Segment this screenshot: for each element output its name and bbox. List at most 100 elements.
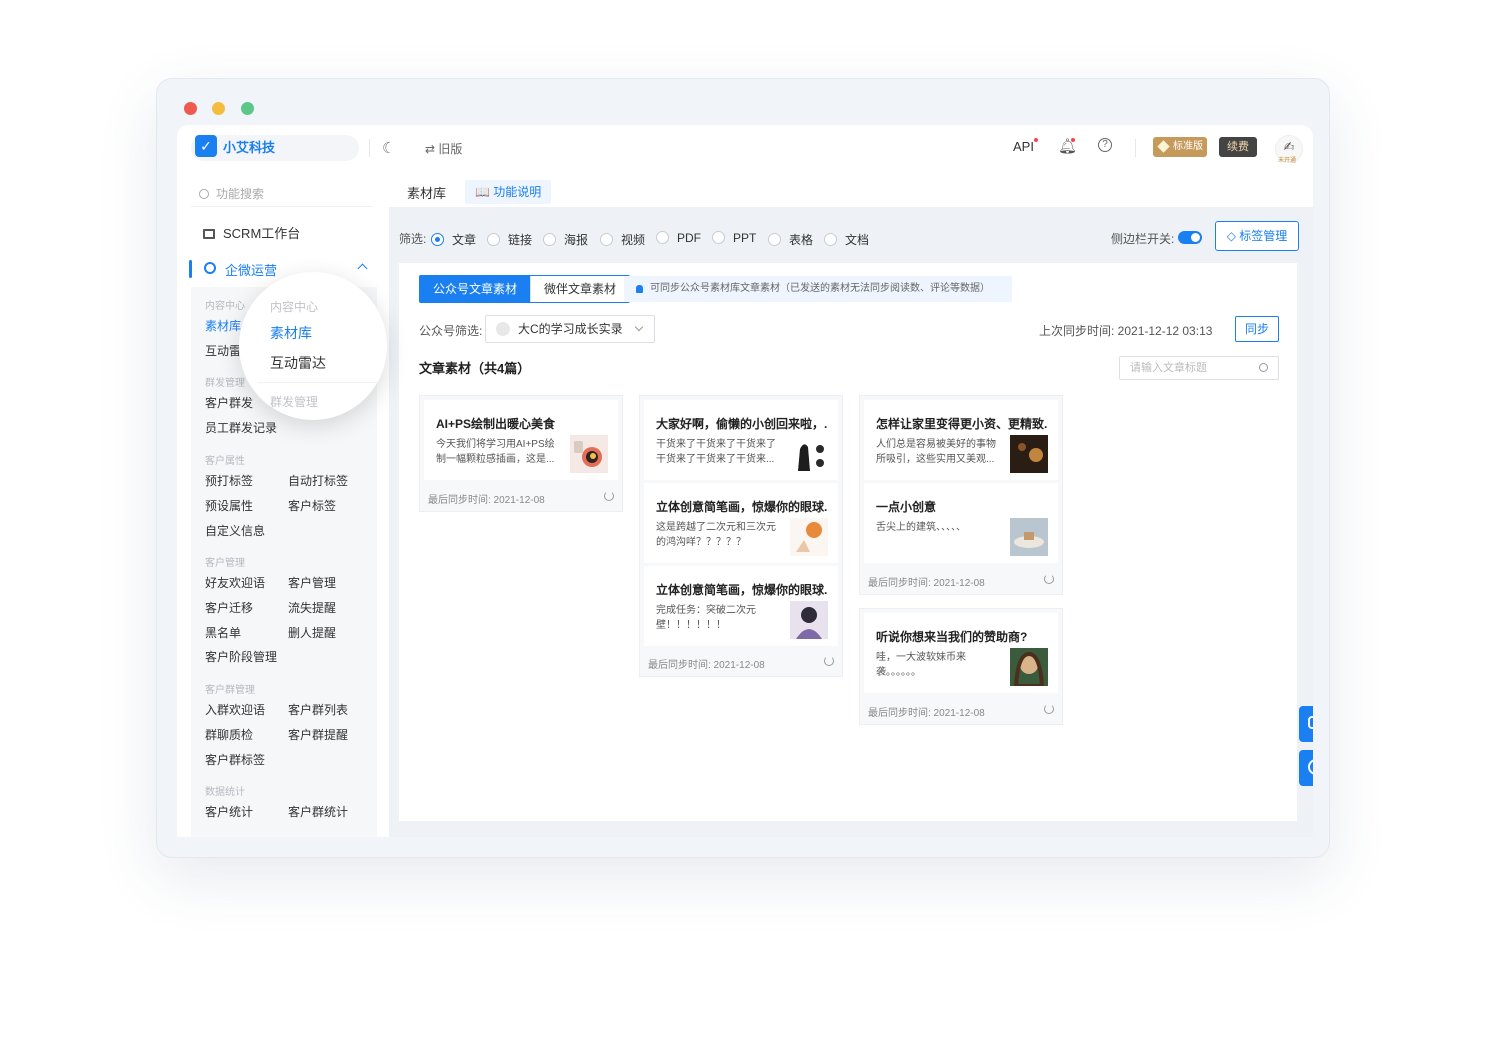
sidebar-item-staff-send[interactable]: 员工群发记录	[205, 419, 277, 436]
sidebar-item[interactable]: 群聊质检	[205, 726, 253, 743]
api-dot	[1034, 138, 1038, 142]
article-entry[interactable]: 怎样让家里变得更小资、更精致... 人们总是容易被美好的事物所吸引，这些实用又美…	[864, 400, 1058, 480]
divider	[257, 382, 387, 383]
old-version-link[interactable]: ⇄ 旧版	[425, 140, 462, 157]
feature-help-link[interactable]: 📖 功能说明	[465, 180, 552, 204]
filter-video[interactable]: 视频	[600, 231, 645, 248]
radio-icon	[431, 233, 444, 246]
logo-icon: ✓	[195, 135, 217, 157]
article-card[interactable]: 听说你想来当我们的赞助商? 哇，一大波软妹币来袭。。。。。。 最后同步时间: 2…	[859, 608, 1063, 725]
sidebar-item[interactable]: 黑名单	[205, 624, 241, 641]
chevron-up-icon[interactable]	[357, 263, 368, 274]
article-entry[interactable]: 一点小创意 舌尖上的建筑、、、、、	[864, 483, 1058, 563]
sidebar-item[interactable]: 客户群列表	[288, 701, 348, 718]
filter-ppt[interactable]: PPT	[712, 231, 756, 245]
renew-button[interactable]: 续费	[1219, 137, 1257, 157]
radio-icon	[487, 233, 500, 246]
radio-icon	[543, 233, 556, 246]
support-float-button[interactable]	[1299, 750, 1313, 786]
filter-doc[interactable]: 文档	[824, 231, 869, 248]
close-dot[interactable]	[184, 102, 197, 115]
sidebar-item[interactable]: 入群欢迎语	[205, 701, 265, 718]
sidebar-item[interactable]: 自定义信息	[205, 522, 265, 539]
article-entry[interactable]: 立体创意简笔画，惊爆你的眼球... 这是跨越了二次元和三次元的鸿沟咩？？？？？	[644, 483, 838, 563]
filter-label: PPT	[733, 231, 757, 245]
sidebar-item-label: SCRM工作台	[223, 226, 301, 241]
filter-article[interactable]: 文章	[431, 231, 476, 248]
article-card[interactable]: 大家好啊，偷懒的小创回来啦，... 干货来了干货来了干货来了干货来了干货来了干货…	[639, 395, 843, 677]
search-icon[interactable]	[1259, 363, 1268, 372]
article-card[interactable]: AI+PS绘制出暖心美食 今天我们将学习用AI+PS绘制一幅颗粒感插画，这是..…	[419, 395, 623, 512]
tab-material-library[interactable]: 素材库	[407, 183, 446, 202]
article-desc: 人们总是容易被美好的事物所吸引，这些实用又美观...	[876, 439, 996, 465]
maximize-dot[interactable]	[241, 102, 254, 115]
sidebar-item-workbench[interactable]: SCRM工作台	[203, 223, 300, 242]
filter-link[interactable]: 链接	[487, 231, 532, 248]
function-search[interactable]: 功能搜索	[199, 185, 264, 202]
help-icon[interactable]: ?	[1098, 138, 1112, 152]
filter-sheet[interactable]: 表格	[768, 231, 813, 248]
sync-footer: 最后同步时间: 2021-12-08	[868, 574, 1054, 589]
edition-badge[interactable]: 标准版	[1153, 137, 1207, 157]
sidebar-item[interactable]: 客户管理	[288, 574, 336, 591]
sidebar-item[interactable]: 客户统计	[205, 803, 253, 820]
divider	[369, 139, 370, 157]
api-link[interactable]: API	[1013, 139, 1034, 154]
sidebar-item[interactable]: 预打标签	[205, 472, 253, 489]
sidebar-toggle[interactable]	[1178, 231, 1202, 244]
tag-manage-button[interactable]: ◇ 标签管理	[1215, 221, 1299, 251]
refresh-icon[interactable]	[824, 656, 834, 666]
radio-icon	[768, 233, 781, 246]
section-title: 文章素材（共4篇）	[419, 361, 531, 376]
chat-float-button[interactable]	[1299, 706, 1313, 742]
article-title: 大家好啊，偷懒的小创回来啦，...	[656, 417, 828, 431]
sidebar-item[interactable]: 删人提醒	[288, 624, 336, 641]
refresh-icon[interactable]	[604, 491, 614, 501]
filter-poster[interactable]: 海报	[543, 231, 588, 248]
group-title: 群发管理	[270, 395, 319, 409]
sync-footer: 最后同步时间: 2021-12-08	[868, 704, 1054, 719]
sidebar-item-group-send[interactable]: 客户群发	[205, 394, 253, 411]
article-desc: 完成任务：突破二次元壁！！！！！！	[656, 605, 756, 631]
segment-official-account[interactable]: 公众号文章素材	[420, 276, 531, 302]
group-title: 客户属性	[205, 456, 245, 467]
filter-label: 链接	[508, 233, 533, 247]
chat-icon	[1308, 716, 1313, 729]
article-entry[interactable]: AI+PS绘制出暖心美食 今天我们将学习用AI+PS绘制一幅颗粒感插画，这是..…	[424, 400, 618, 480]
sidebar-item[interactable]: 自动打标签	[288, 472, 348, 489]
sidebar-item-radar[interactable]: 互动雷达	[270, 353, 326, 373]
sidebar-item[interactable]: 预设属性	[205, 497, 253, 514]
article-entry[interactable]: 听说你想来当我们的赞助商? 哇，一大波软妹币来袭。。。。。。	[864, 613, 1058, 693]
article-card[interactable]: 怎样让家里变得更小资、更精致... 人们总是容易被美好的事物所吸引，这些实用又美…	[859, 395, 1063, 595]
filter-label: 表格	[789, 233, 814, 247]
sidebar-item[interactable]: 客户群标签	[205, 751, 265, 768]
article-entry[interactable]: 大家好啊，偷懒的小创回来啦，... 干货来了干货来了干货来了干货来了干货来了干货…	[644, 400, 838, 480]
notification-dot	[1071, 138, 1075, 142]
sidebar-item[interactable]: 客户阶段管理	[205, 648, 277, 665]
refresh-icon[interactable]	[1044, 704, 1054, 714]
segment-weiban[interactable]: 微伴文章素材	[530, 276, 630, 302]
article-title: 听说你想来当我们的赞助商?	[876, 630, 1028, 644]
filter-pdf[interactable]: PDF	[656, 231, 701, 245]
sidebar-item[interactable]: 好友欢迎语	[205, 574, 265, 591]
sidebar-item-material[interactable]: 素材库	[270, 323, 312, 343]
sidebar-item[interactable]: 客户群统计	[288, 803, 348, 820]
sidebar-item[interactable]: 客户群提醒	[288, 726, 348, 743]
article-entry[interactable]: 立体创意简笔画，惊爆你的眼球... 完成任务：突破二次元壁！！！！！！	[644, 566, 838, 646]
sidebar-item-material[interactable]: 素材库	[205, 317, 241, 334]
account-select[interactable]: 大C的学习成长实录	[485, 315, 655, 343]
sync-button[interactable]: 同步	[1235, 316, 1279, 342]
sidebar-item[interactable]: 客户迁移	[205, 599, 253, 616]
brand-name[interactable]: 小艾科技	[223, 137, 275, 156]
sync-time: 最后同步时间: 2021-12-08	[428, 495, 545, 506]
group-title: 数据统计	[205, 787, 245, 798]
minimize-dot[interactable]	[212, 102, 225, 115]
dark-mode-icon[interactable]: ☾	[382, 139, 395, 157]
filter-label: 文章	[452, 233, 477, 247]
sidebar-item[interactable]: 流失提醒	[288, 599, 336, 616]
article-search-input[interactable]: 请输入文章标题	[1119, 356, 1279, 380]
figure-thumbnail	[790, 435, 828, 473]
filter-label: 海报	[564, 233, 589, 247]
sidebar-item[interactable]: 客户标签	[288, 497, 336, 514]
refresh-icon[interactable]	[1044, 574, 1054, 584]
